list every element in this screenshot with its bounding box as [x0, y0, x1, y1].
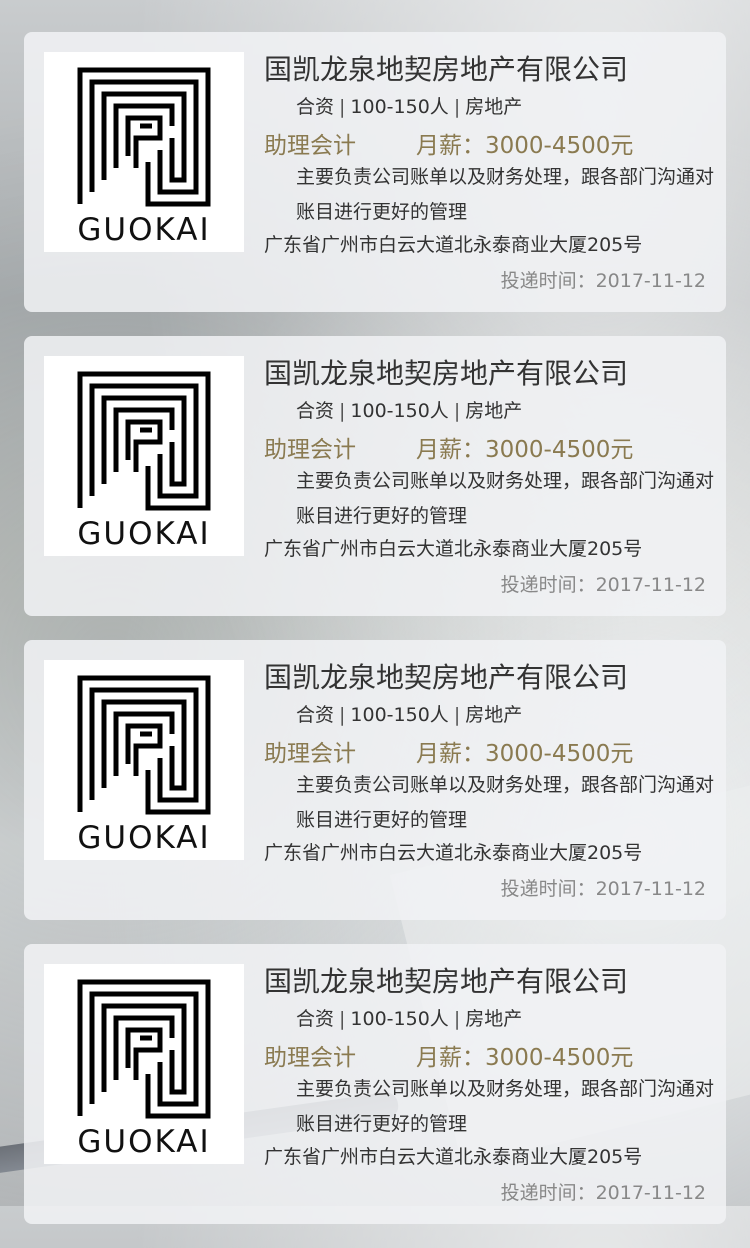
company-logo: GUOKAI [44, 356, 244, 556]
job-title: 助理会计 [264, 133, 356, 159]
meta-separator: | [339, 704, 346, 726]
salary: 月薪：3000-4500元 [416, 741, 634, 767]
logo-text: GUOKAI [77, 1124, 211, 1160]
job-description: 主要负责公司账单以及财务处理，跟各部门沟通对账目进行更好的管理 [296, 774, 715, 831]
job-description: 主要负责公司账单以及财务处理，跟各部门沟通对账目进行更好的管理 [296, 166, 715, 223]
meta-separator: | [339, 1008, 346, 1030]
company-type: 合资 [296, 1008, 335, 1030]
job-list: GUOKAI 国凯龙泉地契房地产有限公司 合资 | 100-150人 | 房地产 助理会… [24, 32, 726, 1248]
company-industry: 房地产 [465, 400, 523, 422]
company-size: 100-150人 [350, 704, 449, 726]
meta-separator: | [339, 400, 346, 422]
company-logo: GUOKAI [44, 964, 244, 1164]
company-meta: 合资 | 100-150人 | 房地产 [296, 700, 522, 727]
meta-separator: | [453, 400, 461, 422]
company-meta: 合资 | 100-150人 | 房地产 [296, 1004, 522, 1031]
apply-time: 投递时间：2017-11-12 [500, 270, 706, 292]
company-size: 100-150人 [350, 96, 449, 118]
company-address: 广东省广州市白云大道北永泰商业大厦205号 [264, 1146, 643, 1168]
meta-separator: | [453, 96, 461, 118]
job-title: 助理会计 [264, 437, 356, 463]
company-size: 100-150人 [350, 400, 449, 422]
meta-separator: | [339, 96, 346, 118]
company-industry: 房地产 [465, 704, 523, 726]
job-card[interactable]: GUOKAI 国凯龙泉地契房地产有限公司 合资 | 100-150人 | 房地产 助理会… [24, 944, 726, 1224]
job-description: 主要负责公司账单以及财务处理，跟各部门沟通对账目进行更好的管理 [296, 470, 715, 527]
job-card[interactable]: GUOKAI 国凯龙泉地契房地产有限公司 合资 | 100-150人 | 房地产 助理会… [24, 336, 726, 616]
salary: 月薪：3000-4500元 [416, 133, 634, 159]
apply-time: 投递时间：2017-11-12 [500, 1182, 706, 1204]
company-name: 国凯龙泉地契房地产有限公司 [264, 53, 629, 86]
meta-separator: | [453, 1008, 461, 1030]
meta-separator: | [453, 704, 461, 726]
apply-time: 投递时间：2017-11-12 [500, 878, 706, 900]
logo-text: GUOKAI [77, 820, 211, 856]
job-title: 助理会计 [264, 1045, 356, 1071]
company-name: 国凯龙泉地契房地产有限公司 [264, 357, 629, 390]
job-card[interactable]: GUOKAI 国凯龙泉地契房地产有限公司 合资 | 100-150人 | 房地产 助理会… [24, 640, 726, 920]
apply-time: 投递时间：2017-11-12 [500, 574, 706, 596]
company-meta: 合资 | 100-150人 | 房地产 [296, 92, 522, 119]
company-logo: GUOKAI [44, 660, 244, 860]
salary: 月薪：3000-4500元 [416, 1045, 634, 1071]
company-address: 广东省广州市白云大道北永泰商业大厦205号 [264, 234, 643, 256]
logo-text: GUOKAI [77, 516, 211, 552]
company-size: 100-150人 [350, 1008, 449, 1030]
company-type: 合资 [296, 704, 335, 726]
company-type: 合资 [296, 96, 335, 118]
company-type: 合资 [296, 400, 335, 422]
company-name: 国凯龙泉地契房地产有限公司 [264, 965, 629, 998]
company-industry: 房地产 [465, 96, 523, 118]
company-address: 广东省广州市白云大道北永泰商业大厦205号 [264, 538, 643, 560]
job-card[interactable]: GUOKAI 国凯龙泉地契房地产有限公司 合资 | 100-150人 | 房地产 助理会… [24, 32, 726, 312]
salary: 月薪：3000-4500元 [416, 437, 634, 463]
company-meta: 合资 | 100-150人 | 房地产 [296, 396, 522, 423]
company-industry: 房地产 [465, 1008, 523, 1030]
logo-text: GUOKAI [77, 212, 211, 248]
job-title: 助理会计 [264, 741, 356, 767]
company-address: 广东省广州市白云大道北永泰商业大厦205号 [264, 842, 643, 864]
job-description: 主要负责公司账单以及财务处理，跟各部门沟通对账目进行更好的管理 [296, 1078, 715, 1135]
company-logo: GUOKAI [44, 52, 244, 252]
company-name: 国凯龙泉地契房地产有限公司 [264, 661, 629, 694]
